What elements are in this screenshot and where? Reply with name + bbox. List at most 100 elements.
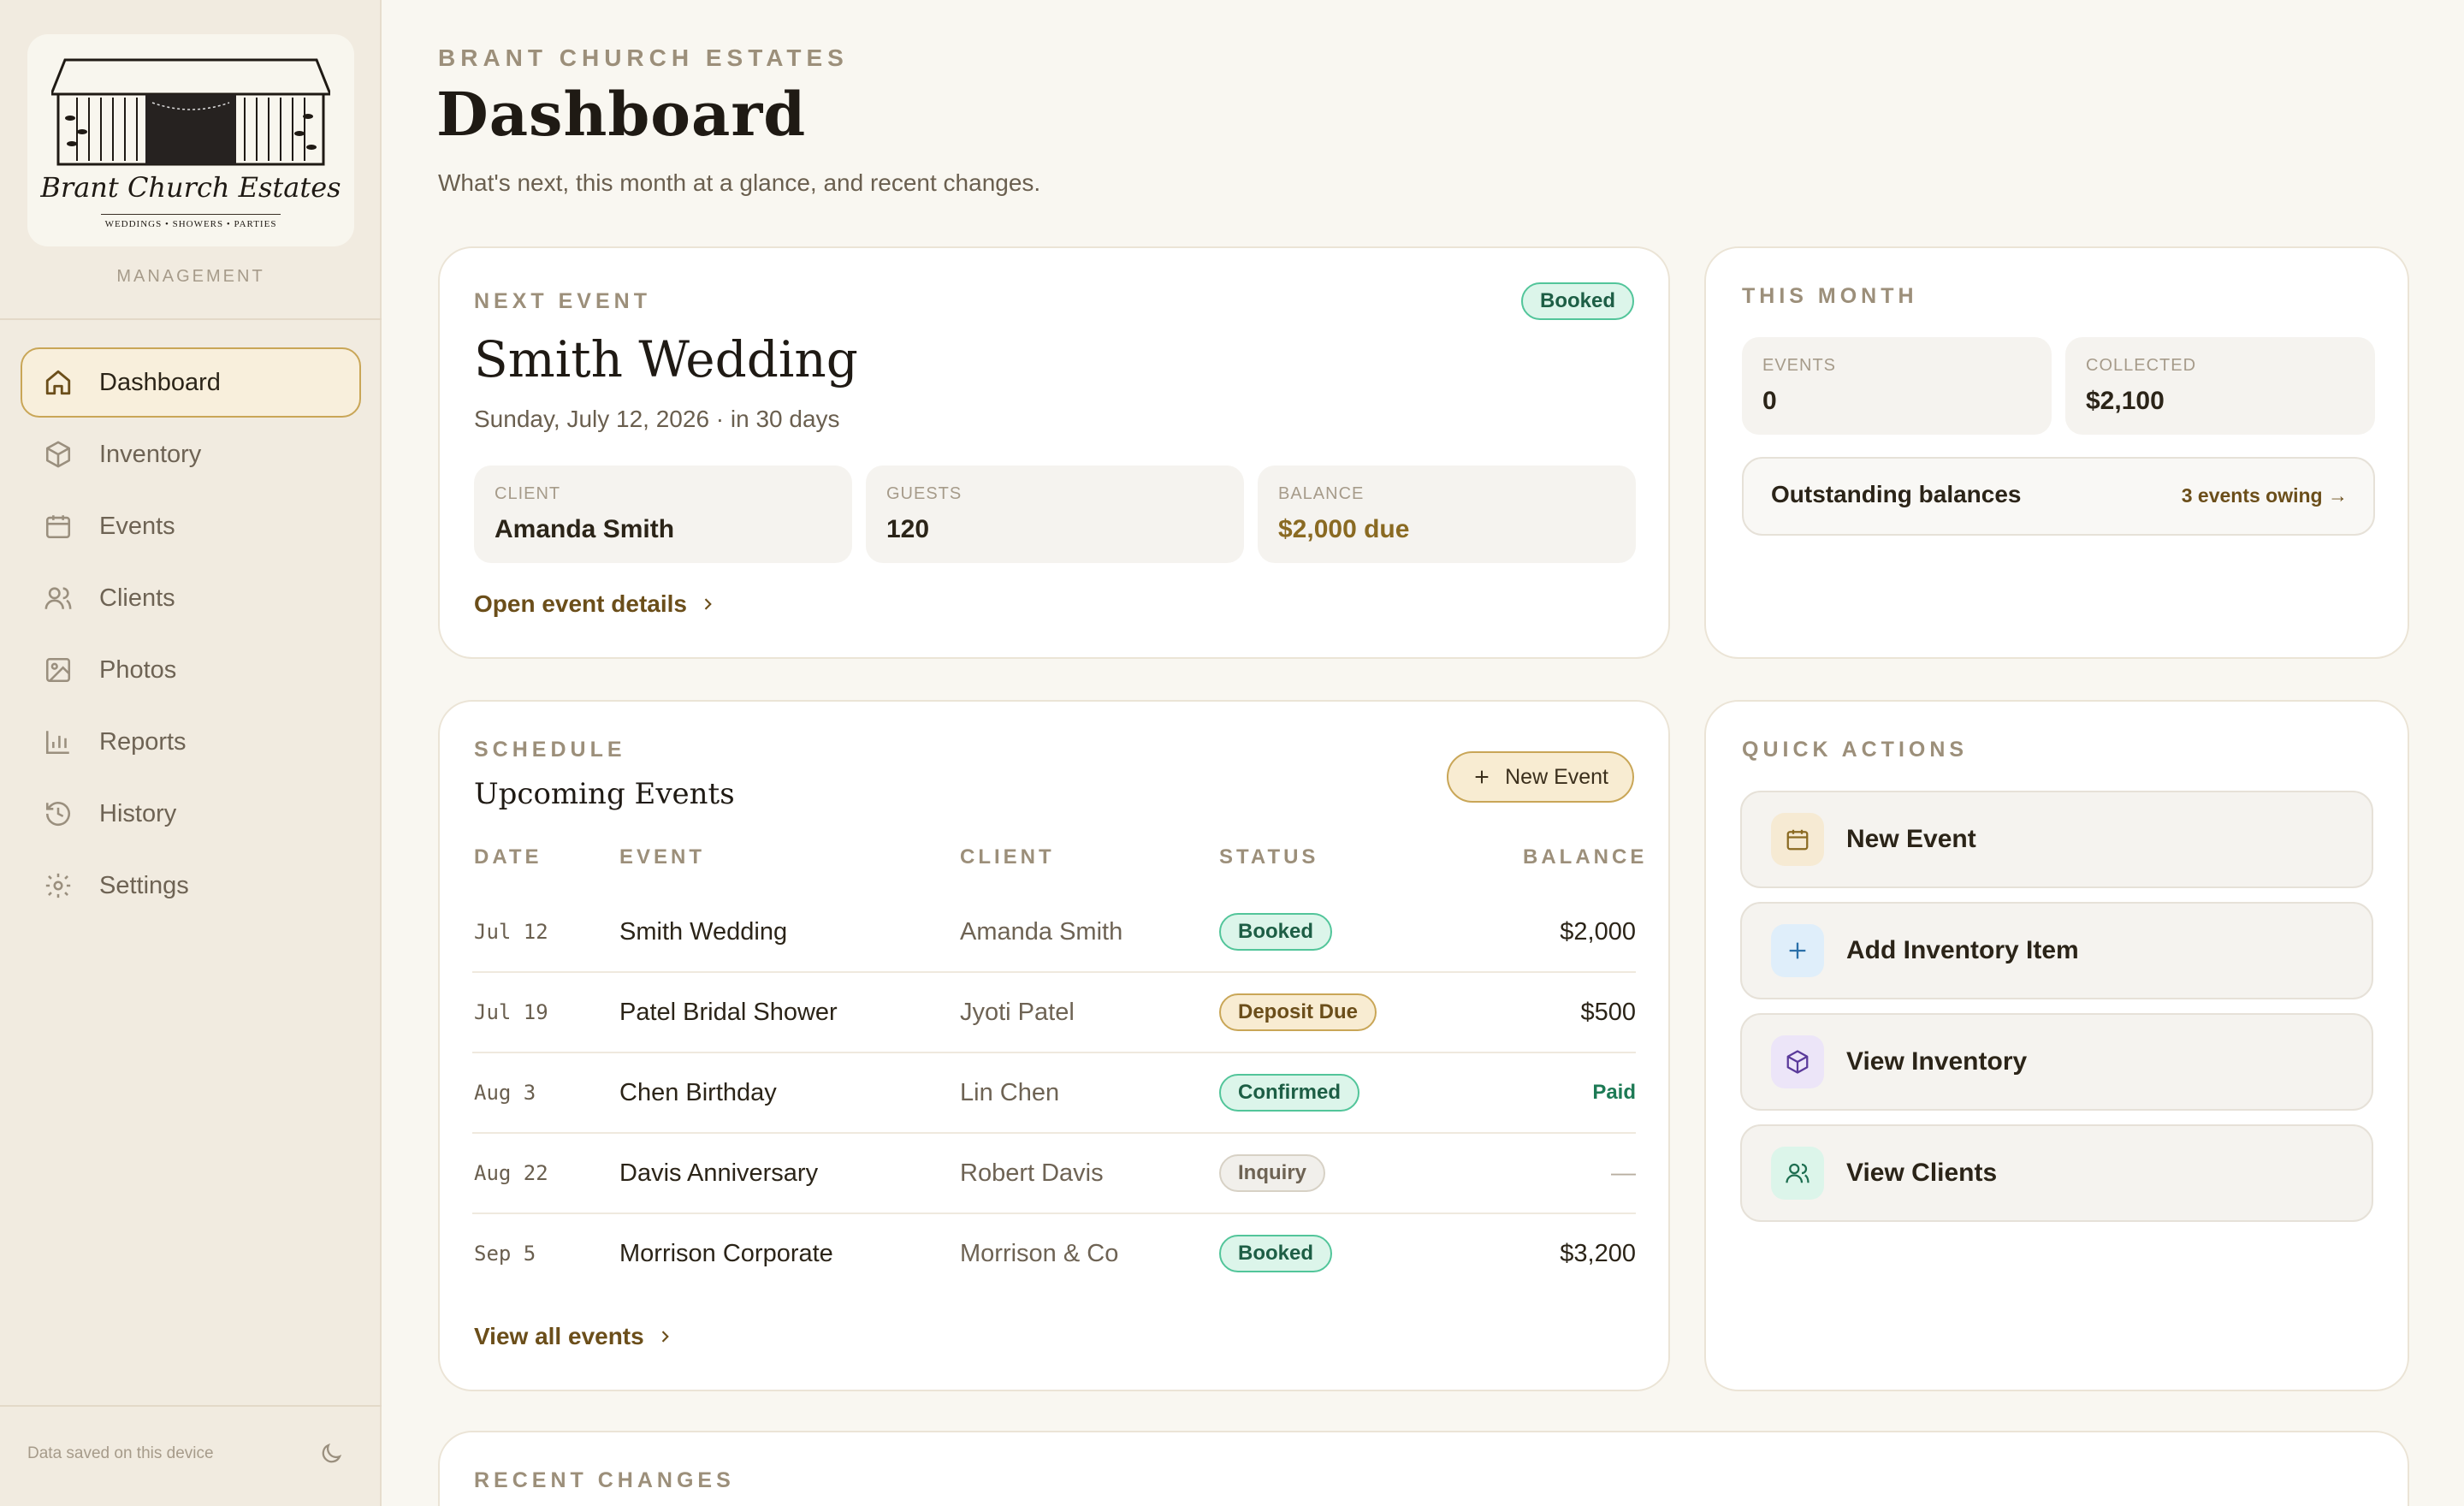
sidebar-item-dashboard[interactable]: Dashboard [21, 347, 361, 418]
stat-value: $2,000 due [1278, 515, 1410, 543]
schedule-title: Upcoming Events [474, 777, 735, 811]
sidebar-item-label: Clients [99, 584, 175, 612]
table-row[interactable]: Jul 12 Smith Wedding Amanda Smith Booked… [472, 892, 1636, 972]
this-month-eyebrow: THIS MONTH [1742, 284, 1918, 308]
bar-chart-icon [43, 726, 74, 757]
status-badge: Deposit Due [1219, 993, 1377, 1031]
sidebar-nav: Dashboard Inventory Events Clients Photo… [21, 347, 361, 922]
sidebar-item-settings[interactable]: Settings [21, 851, 361, 921]
sidebar-item-history[interactable]: History [21, 779, 361, 849]
sidebar-item-clients[interactable]: Clients [21, 563, 361, 633]
stat-label: CLIENT [495, 484, 561, 503]
sidebar-item-label: Events [99, 512, 175, 540]
sidebar-item-label: Photos [99, 655, 177, 684]
stat-label: BALANCE [1278, 484, 1365, 503]
sidebar-item-reports[interactable]: Reports [21, 707, 361, 777]
chevron-right-icon [661, 1331, 669, 1343]
status-badge: Booked [1219, 1235, 1333, 1272]
row-client: Morrison & Co [960, 1239, 1119, 1267]
outstanding-label: Outstanding balances [1771, 481, 2022, 507]
new-event-button[interactable]: New Event [1447, 751, 1634, 803]
next-event-title: Smith Wedding [474, 330, 858, 388]
row-event: Smith Wedding [619, 917, 788, 946]
status-badge: Booked [1219, 913, 1333, 951]
quick-action-label: View Clients [1846, 1159, 1998, 1187]
sidebar-item-label: Settings [99, 871, 189, 899]
status-badge: Booked [1520, 282, 1634, 320]
sidebar-item-photos[interactable]: Photos [21, 635, 361, 705]
table-row[interactable]: Aug 22 Davis Anniversary Robert Davis In… [472, 1133, 1636, 1213]
view-all-events-link[interactable]: View all events [474, 1323, 673, 1350]
barn-logo-icon [51, 58, 330, 166]
column-header-event[interactable]: EVENT [619, 845, 705, 869]
status-badge: Confirmed [1219, 1074, 1359, 1112]
calendar-icon [1771, 813, 1824, 866]
sidebar-item-inventory[interactable]: Inventory [21, 419, 361, 489]
image-icon [43, 655, 74, 685]
next-event-eyebrow: NEXT EVENT [474, 289, 651, 313]
this-month-card: THIS MONTH EVENTS 0 COLLECTED $2,100 Out… [1704, 246, 2409, 659]
quick-action-view-inventory[interactable]: View Inventory [1740, 1013, 2373, 1111]
page-title: Dashboard [436, 79, 807, 150]
logo-script-text: Brant Church Estates [40, 171, 341, 204]
home-icon [43, 367, 74, 398]
gear-icon [43, 870, 74, 901]
logo-tagline: WEDDINGS • SHOWERS • PARTIES [104, 219, 277, 229]
recent-changes-card: RECENT CHANGES [438, 1431, 2409, 1506]
client-stat: CLIENT Amanda Smith [474, 465, 852, 563]
recent-changes-eyebrow: RECENT CHANGES [474, 1468, 735, 1492]
row-client: Jyoti Patel [960, 998, 1075, 1026]
row-client: Robert Davis [960, 1159, 1104, 1187]
button-label: New Event [1505, 764, 1608, 789]
logo-divider [101, 214, 281, 215]
users-icon [43, 583, 74, 614]
column-header-balance[interactable]: BALANCE [1523, 845, 1647, 869]
column-header-client[interactable]: CLIENT [960, 845, 1055, 869]
sidebar-item-label: Inventory [99, 440, 202, 468]
row-balance: $500 [1580, 998, 1636, 1026]
sidebar-footer-divider [0, 1405, 382, 1407]
outstanding-link[interactable]: 3 events owing → [2182, 484, 2348, 507]
sidebar-section-label: MANAGEMENT [116, 267, 265, 286]
sidebar-divider [0, 318, 382, 320]
sidebar-item-events[interactable]: Events [21, 491, 361, 561]
collected-stat: COLLECTED $2,100 [2065, 337, 2375, 435]
stat-value: $2,100 [2086, 387, 2165, 415]
table-row[interactable]: Sep 5 Morrison Corporate Morrison & Co B… [472, 1213, 1636, 1294]
row-event: Patel Bridal Shower [619, 998, 838, 1026]
stat-label: COLLECTED [2086, 356, 2197, 375]
table-row[interactable]: Aug 3 Chen Birthday Lin Chen Confirmed P… [472, 1052, 1636, 1133]
balance-stat: BALANCE $2,000 due [1258, 465, 1636, 563]
row-event: Davis Anniversary [619, 1159, 819, 1187]
outstanding-balances-row[interactable]: Outstanding balances 3 events owing → [1742, 457, 2375, 536]
plus-icon [1771, 924, 1824, 977]
row-balance: $3,200 [1560, 1239, 1636, 1267]
box-icon [1771, 1035, 1824, 1088]
moon-icon[interactable] [318, 1441, 344, 1467]
stat-value: 120 [886, 515, 930, 543]
quick-action-view-clients[interactable]: View Clients [1740, 1124, 2373, 1222]
next-event-date: Sunday, July 12, 2026 · in 30 days [474, 406, 840, 432]
row-event: Chen Birthday [619, 1078, 777, 1106]
quick-action-new-event[interactable]: New Event [1740, 791, 2373, 888]
sidebar-item-label: Reports [99, 727, 187, 756]
next-event-card: NEXT EVENT Booked Smith Wedding Sunday, … [438, 246, 1670, 659]
row-date: Jul 12 [474, 920, 548, 944]
table-row[interactable]: Jul 19 Patel Bridal Shower Jyoti Patel D… [472, 972, 1636, 1052]
column-header-status[interactable]: STATUS [1219, 845, 1318, 869]
column-header-date[interactable]: DATE [474, 845, 542, 869]
users-icon [1771, 1147, 1824, 1200]
schedule-eyebrow: SCHEDULE [474, 738, 626, 762]
stat-label: GUESTS [886, 484, 962, 503]
chevron-right-icon [704, 598, 712, 610]
quick-action-add-inventory[interactable]: Add Inventory Item [1740, 902, 2373, 999]
sidebar-item-label: History [99, 799, 177, 827]
stat-value: 0 [1762, 387, 1777, 415]
open-event-details-link[interactable]: Open event details [474, 590, 716, 618]
row-date: Jul 19 [474, 1000, 548, 1024]
quick-action-label: New Event [1846, 825, 1976, 853]
page-subtitle: What's next, this month at a glance, and… [438, 169, 1041, 196]
page-eyebrow: BRANT CHURCH ESTATES [438, 44, 849, 71]
logo[interactable]: Brant Church Estates WEDDINGS • SHOWERS … [27, 34, 354, 246]
row-client: Lin Chen [960, 1078, 1060, 1106]
